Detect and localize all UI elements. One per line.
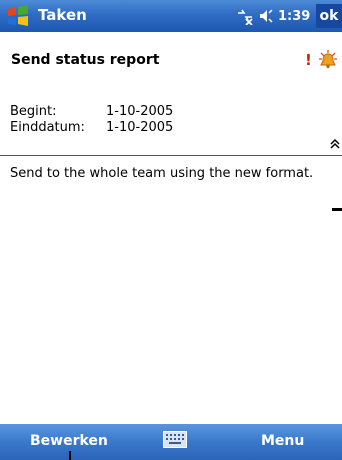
keyboard-icon[interactable] [163,431,187,448]
clock-time[interactable]: 1:39 [278,9,310,24]
high-priority-icon: ! [305,51,312,69]
task-header[interactable]: Send status report ! Begint: 1-10-2005 E… [0,32,342,155]
collapse-chevron-icon[interactable] [329,138,341,150]
due-date-value: 1-10-2005 [106,120,174,135]
start-date-value: 1-10-2005 [106,104,174,119]
windows-start-icon[interactable] [6,5,30,27]
ok-button[interactable]: ok [316,4,342,28]
text-cursor [332,208,342,211]
title-bar: Taken 1:39 ok [0,0,342,32]
app-title: Taken [38,6,87,24]
start-date-label: Begint: [10,104,57,119]
menu-bar: Bewerken Menu [0,424,342,460]
notes-area[interactable]: Send to the whole team using the new for… [0,156,342,424]
status-icons: 1:39 [236,7,310,25]
reminder-bell-icon [319,50,337,69]
due-date-label: Einddatum: [10,120,85,135]
stylus-mark [69,451,71,460]
edit-softkey[interactable]: Bewerken [30,433,108,449]
notes-text: Send to the whole team using the new for… [10,166,314,181]
task-subject: Send status report [11,52,160,68]
volume-icon[interactable] [258,8,274,24]
menu-softkey[interactable]: Menu [261,433,304,449]
connectivity-icon[interactable] [236,7,254,25]
